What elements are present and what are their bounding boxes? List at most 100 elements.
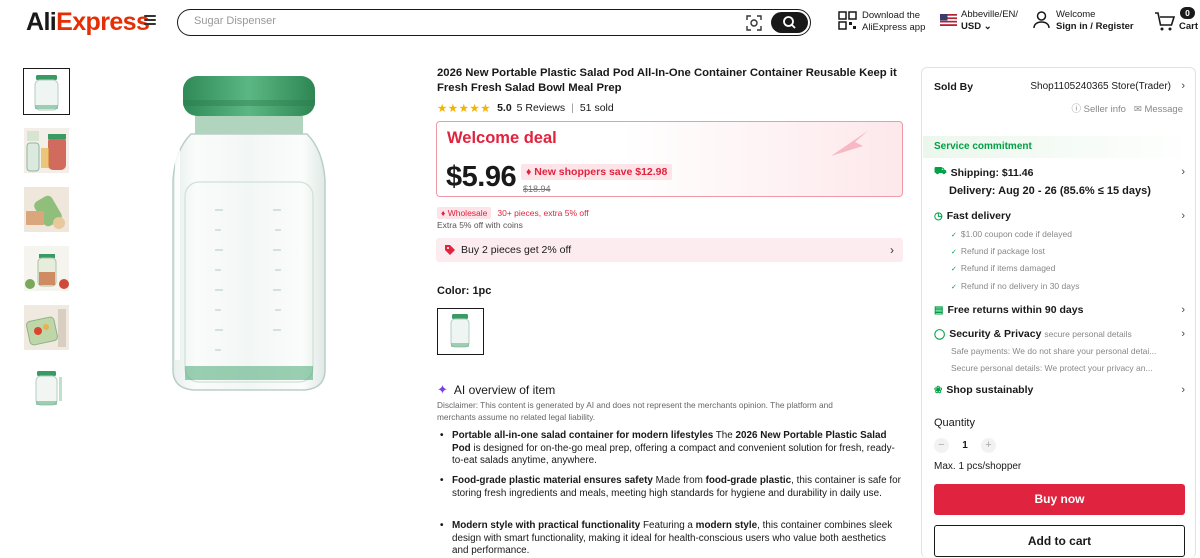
quantity-label: Quantity [934,417,975,429]
tag-icon [445,245,455,255]
menu-icon[interactable] [144,15,156,27]
ai-disclaimer: Disclaimer: This content is generated by… [437,400,833,422]
bundle-offer[interactable]: Buy 2 pieces get 2% off › [436,238,903,262]
current-price: $5.96 [446,161,517,193]
max-quantity-text: Max. 1 pcs/shopper [934,461,1022,472]
sustainability-row[interactable]: ❀ Shop sustainably [934,384,1033,396]
chevron-right-icon: › [890,243,894,257]
welcome-deal-title: Welcome deal [447,129,557,147]
search-input[interactable] [194,15,734,27]
tag-icon: ♦ [441,208,448,218]
chevron-right-icon: › [1181,384,1185,396]
wholesale-row: ♦ Wholesale 30+ pieces, extra 5% off [437,207,589,219]
fast-delivery-item: Refund if no delivery in 30 days [951,281,1080,291]
delivery-estimate: Delivery: Aug 20 - 26 (85.6% ≤ 15 days) [949,185,1151,197]
quantity-stepper: − 1 + [934,437,996,453]
download-line2: AliExpress app [862,22,926,33]
us-flag-icon [940,14,957,26]
service-commitment-header: Service commitment [923,136,1195,158]
wholesale-tag: ♦ Wholesale [437,207,492,219]
cart-button[interactable]: 0 Cart [1154,7,1200,37]
user-icon [1033,11,1050,29]
store-name-link[interactable]: Shop1105240365 Store(Trader) [1030,81,1171,92]
cart-count-badge: 0 [1180,7,1195,19]
info-icon: ⓘ [1071,104,1084,115]
thumbnail[interactable] [23,245,70,292]
security-title: Security & Privacy [949,328,1042,340]
thumbnail[interactable] [23,186,70,233]
chevron-right-icon: › [1181,328,1185,340]
image-search-icon[interactable] [745,14,763,32]
message-icon: ✉ [1133,104,1145,115]
thumbnail[interactable] [23,304,70,351]
purchase-panel: Sold By Shop1105240365 Store(Trader) › ⓘ… [921,67,1196,558]
thumbnail[interactable] [23,127,70,174]
security-subtitle: secure personal details [1044,329,1132,339]
original-price: $18.94 [523,184,551,194]
bullet-highlight: food-grade plastic [705,475,792,486]
chevron-right-icon: › [1181,80,1185,92]
message-link[interactable]: Message [1144,104,1183,115]
chevron-right-icon: › [1181,166,1185,178]
bullet-heading: Food-grade plastic material ensures safe… [452,475,653,486]
service-commitment-title: Service commitment [934,141,1032,152]
search-icon [783,16,796,29]
thumbnail[interactable] [23,364,70,411]
rating-row: ★★★★★ 5.0 5 Reviews | 51 sold [437,101,614,115]
qr-code-icon [838,11,857,30]
color-label: Color: 1pc [437,285,492,297]
coins-text: Extra 5% off with coins [437,220,523,230]
truck-icon: ⛟ [934,166,947,177]
buy-now-button[interactable]: Buy now [934,484,1185,515]
new-shopper-badge: ♦ New shoppers save $12.98 [521,164,673,180]
sign-in-link[interactable]: Sign in / Register [1056,21,1134,33]
quantity-value[interactable]: 1 [949,440,981,451]
aliexpress-logo[interactable]: AliExpress [26,8,150,37]
reviews-link[interactable]: 5 Reviews [517,102,565,114]
separator: | [571,102,574,114]
color-option-1pc[interactable] [437,308,484,355]
bullet-text: Featuring a [640,520,696,531]
security-row[interactable]: ◯ Security & Privacy secure personal deta… [934,328,1132,340]
sold-by-label: Sold By [934,81,974,93]
bullet-text: is designed for on-the-go meal prep, off… [452,442,895,467]
fast-delivery-row[interactable]: ◷ Fast delivery [934,210,1011,222]
increase-quantity-button[interactable]: + [981,437,996,453]
wholesale-tag-label: Wholesale [447,208,488,218]
bullet-highlight: modern style [695,520,758,531]
bullet-dot: • [440,430,444,441]
bundle-text: Buy 2 pieces get 2% off [461,244,572,256]
thumbnail[interactable] [23,68,70,115]
shipping-row[interactable]: ⛟ Shipping: $11.46 [934,166,1033,179]
safe-payments-text: Safe payments: We do not share your pers… [951,346,1157,356]
chevron-right-icon: › [1181,210,1185,222]
deal-arrow-icon [831,130,869,156]
chevron-right-icon: › [1181,304,1185,316]
search-bar [177,9,811,36]
decrease-quantity-button[interactable]: − [934,437,949,453]
fast-delivery-item: Refund if package lost [951,246,1045,256]
fast-delivery-item: Refund if items damaged [951,263,1056,273]
rating-score: 5.0 [497,102,512,114]
sustainability-text: Shop sustainably [946,384,1034,396]
free-returns-text: Free returns within 90 days [947,304,1084,316]
seller-links: ⓘ Seller info ✉ Message [1072,101,1183,115]
bullet-text: The [713,430,736,441]
sparkle-icon: ✦ [437,382,448,397]
shield-icon: ◯ [934,328,946,340]
locale-line1: Abbeville/EN/ [961,9,1019,20]
sold-count: 51 sold [579,102,614,114]
main-product-image[interactable] [165,70,345,400]
welcome-deal-box: Welcome deal $5.96 ♦ New shoppers save $… [436,121,903,197]
add-to-cart-button[interactable]: Add to cart [934,525,1185,557]
search-button[interactable] [771,12,808,33]
fast-delivery-item: $1.00 coupon code if delayed [951,229,1072,239]
fast-delivery-text: Fast delivery [946,210,1011,222]
seller-info-link[interactable]: Seller info [1084,104,1126,115]
ai-overview-title: AI overview of item [453,383,556,397]
bullet-text: Made from [652,475,706,486]
bullet-dot: • [440,520,444,531]
free-returns-row[interactable]: ▤ Free returns within 90 days [934,304,1083,316]
bullet-dot: • [440,475,444,486]
cart-label: Cart [1179,21,1199,32]
